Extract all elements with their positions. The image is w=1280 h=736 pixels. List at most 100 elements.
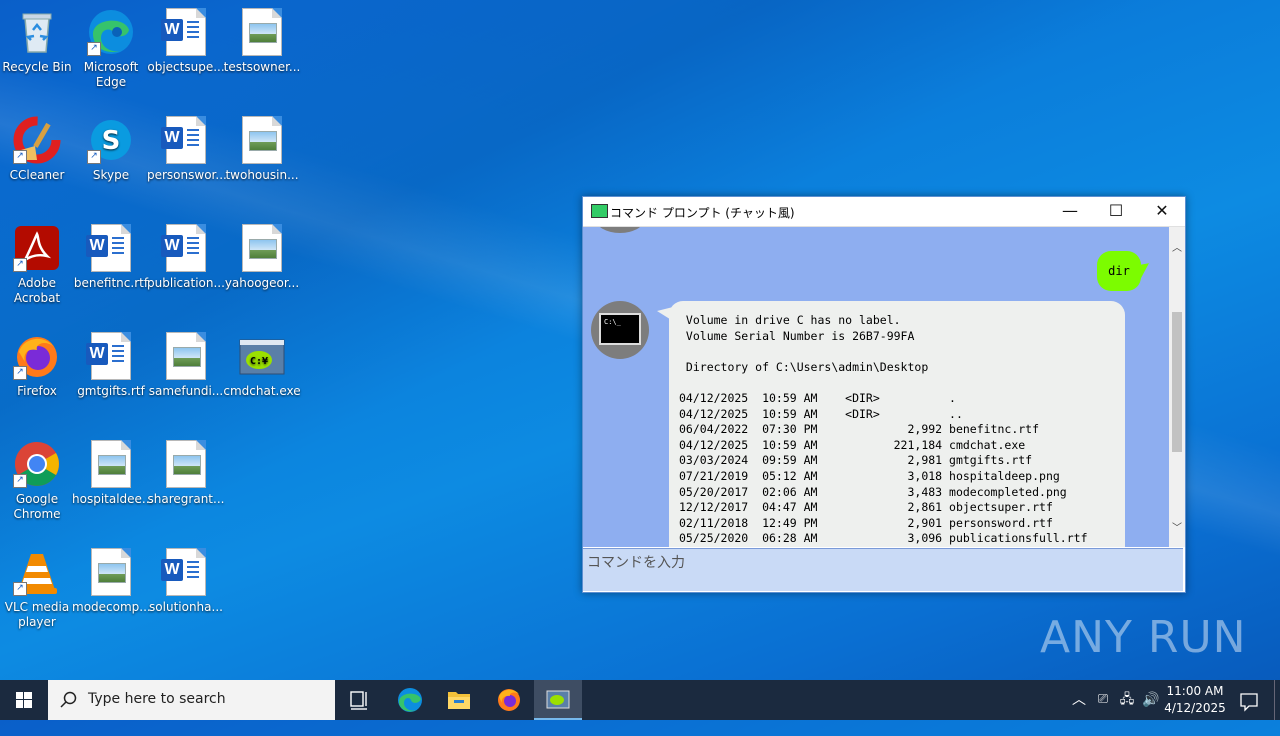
firefox-icon: ↗ [13,332,61,380]
image-file-icon [238,8,286,56]
icon-label: benefitnc.rtf [73,276,149,290]
desktop-icon-publicationsfull[interactable]: W publication... [147,218,225,291]
desktop-icon-skype[interactable]: S ↗ Skype [72,110,150,183]
recycle-bin-icon [13,8,61,56]
desktop-icon-gmtgifts[interactable]: W gmtgifts.rtf [72,326,150,399]
volume-icon[interactable]: 🔊 [1140,680,1162,720]
desktop-icon-ccleaner[interactable]: ↗ CCleaner [0,110,76,183]
taskbar-clock[interactable]: 11:00 AM 4/12/2025 [1160,683,1230,717]
word-document-icon: W [161,224,210,272]
command-input[interactable] [583,549,1183,591]
desktop-icon-adobe-acrobat[interactable]: ↗ Adobe Acrobat [0,218,76,306]
cmdchat-icon [546,690,570,709]
desktop-icon-google-chrome[interactable]: ↗ Google Chrome [0,434,76,522]
desktop-icon-cmdchat[interactable]: C:¥ cmdchat.exe [223,326,301,399]
skype-icon: S ↗ [87,116,135,164]
title-bar[interactable]: コマンド プロンプト (チャット風) — ☐ ✕ [583,197,1185,227]
icon-label: cmdchat.exe [223,384,301,398]
search-icon [60,691,77,708]
icon-label: testsowner... [223,60,301,74]
cmdchat-icon: C:¥ [238,332,286,380]
start-button[interactable] [0,680,48,720]
window-title: コマンド プロンプト (チャット風) [610,206,795,220]
desktop-icon-modecompleted[interactable]: modecomp... [72,542,151,615]
desktop-icon-microsoft-edge[interactable]: ↗ Microsoft Edge [72,2,150,90]
shortcut-arrow-icon: ↗ [13,474,27,488]
word-document-icon: W [161,116,210,164]
desktop-icon-personsword[interactable]: W personswor... [147,110,227,183]
icon-label: Microsoft Edge [83,60,139,89]
desktop-icon-yahoogeorge[interactable]: yahoogeor... [223,218,301,291]
image-file-icon [162,440,210,488]
image-file-icon [238,116,286,164]
terminal-icon-text: C:\_ [604,318,621,326]
word-document-icon: W [161,8,210,56]
desktop-icon-firefox[interactable]: ↗ Firefox [0,326,76,399]
desktop-icon-sharegrant[interactable]: sharegrant... [147,434,225,507]
task-view-icon [350,691,367,710]
shortcut-arrow-icon: ↗ [87,150,101,164]
word-document-icon: W [86,224,135,272]
windows-logo-icon [16,692,32,708]
show-desktop-button[interactable] [1274,680,1280,720]
clock-date: 4/12/2025 [1164,701,1226,715]
icon-label: CCleaner [9,168,65,182]
minimize-button[interactable]: — [1047,197,1093,226]
ccleaner-icon: ↗ [13,116,61,164]
desktop-icon-testsowner[interactable]: testsowner... [223,2,301,75]
previous-avatar [595,227,645,233]
icon-label: personswor... [147,168,227,182]
taskbar-file-explorer[interactable] [435,680,483,720]
vlc-icon: ↗ [13,548,61,596]
notification-center-icon[interactable] [1234,680,1264,720]
taskbar-search-box[interactable]: Type here to search [48,680,335,720]
icon-label: Recycle Bin [2,60,72,74]
desktop-icon-hospitaldeep[interactable]: hospitaldee... [72,434,153,507]
desktop-icon-vlc[interactable]: ↗ VLC media player [0,542,76,630]
cmdchat-app-icon [591,204,608,218]
icon-label: publication... [147,276,225,290]
icon-label: yahoogeor... [224,276,300,290]
task-view-button[interactable] [336,680,384,720]
cmdchat-window[interactable]: コマンド プロンプト (チャット風) — ☐ ✕ dir C:\_ Volume… [582,196,1186,593]
image-file-icon [162,332,210,380]
scrollbar-thumb[interactable] [1172,312,1182,452]
show-hidden-icons-chevron-icon[interactable]: ︿ [1068,680,1090,720]
desktop-icon-objectsuper[interactable]: W objectsupe... [147,2,225,75]
icon-label: Adobe Acrobat [13,276,61,305]
taskbar: Type here to search ︿ ⎚ 🖧 🔊 11:00 AM 4/1… [0,680,1280,720]
bot-avatar: C:\_ [591,301,649,359]
taskbar-cmdchat[interactable] [534,680,582,720]
clock-time: 11:00 AM [1166,684,1224,698]
chat-scrollbar[interactable]: ︿ ﹀ [1169,227,1185,547]
desktop-icon-solutionha[interactable]: W solutionha... [147,542,225,615]
maximize-button[interactable]: ☐ [1093,197,1139,226]
icon-label: Google Chrome [13,492,61,521]
svg-text:C:¥: C:¥ [250,356,268,367]
scroll-down-arrow-icon[interactable]: ﹀ [1169,519,1185,534]
desktop-icon-recycle-bin[interactable]: Recycle Bin [0,2,76,75]
desktop-icon-benefitnc[interactable]: W benefitnc.rtf [72,218,150,291]
chat-area[interactable]: dir C:\_ Volume in drive C has no label.… [583,227,1169,547]
word-document-icon: W [161,548,210,596]
desktop-icon-samefunding[interactable]: samefundi... [147,326,225,399]
taskbar-edge[interactable] [386,680,434,720]
svg-text:S: S [102,126,121,156]
scroll-up-arrow-icon[interactable]: ︿ [1169,239,1185,254]
taskbar-firefox[interactable] [485,680,533,720]
close-button[interactable]: ✕ [1139,197,1185,226]
command-input-container[interactable] [583,548,1183,591]
shortcut-arrow-icon: ↗ [13,258,27,272]
user-message-bubble: dir [1097,251,1141,291]
icon-label: sharegrant... [147,492,225,506]
icon-label: Skype [92,168,130,182]
icon-label: solutionha... [149,600,223,614]
shortcut-arrow-icon: ↗ [13,582,27,596]
icon-label: objectsupe... [147,60,225,74]
network-icon[interactable]: 🖧 [1116,680,1138,720]
desktop-icon-twohousing[interactable]: twohousin... [223,110,301,183]
dir-output: Volume in drive C has no label. Volume S… [679,313,1088,546]
meet-now-icon[interactable]: ⎚ [1092,680,1114,720]
anyrun-watermark: ANY RUN [1040,612,1247,663]
shortcut-arrow-icon: ↗ [13,366,27,380]
